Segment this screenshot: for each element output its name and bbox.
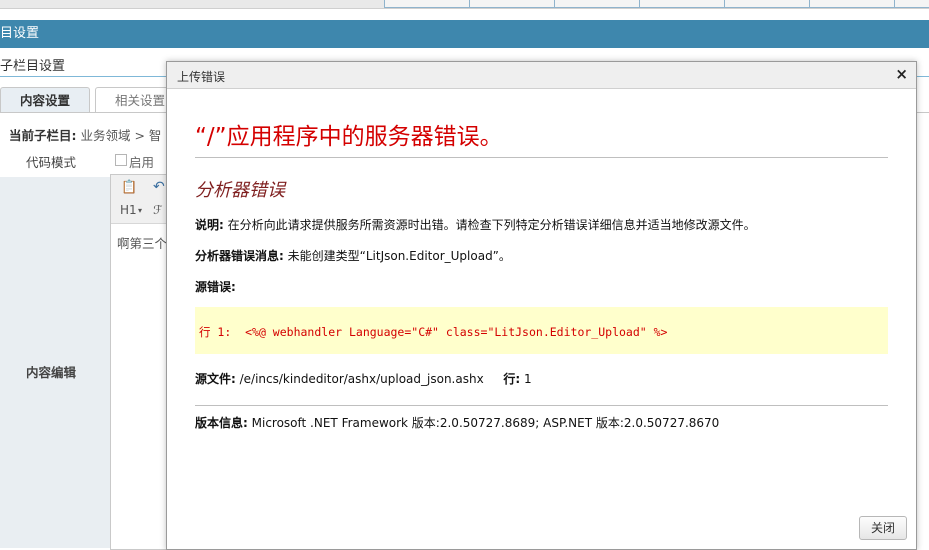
section-title: 子栏目设置 bbox=[0, 59, 66, 74]
nav-tab[interactable] bbox=[894, 0, 929, 8]
source-file-label: 源文件: bbox=[195, 372, 236, 386]
code-mode-checkbox-label[interactable]: 启用 bbox=[129, 152, 154, 171]
breadcrumb-path: 业务领域 > 智 bbox=[80, 128, 162, 143]
font-icon[interactable]: ℱ bbox=[153, 203, 162, 217]
line-label: 行: bbox=[503, 372, 521, 386]
dialog-title: 上传错误 bbox=[177, 70, 226, 84]
dialog-titlebar[interactable]: 上传错误 × bbox=[167, 62, 916, 89]
message-label: 分析器错误消息: bbox=[195, 249, 284, 263]
top-nav bbox=[0, 0, 929, 9]
description-text: 在分析向此请求提供服务所需资源时出错。请检查下列特定分析错误详细信息并适当地修改… bbox=[223, 218, 756, 232]
close-button[interactable]: 关闭 bbox=[859, 516, 907, 540]
source-file-path: /e/incs/kindeditor/ashx/upload_json.ashx bbox=[235, 372, 484, 386]
tab-label: 相关设置 bbox=[114, 93, 165, 108]
source-error-label: 源错误: bbox=[195, 278, 236, 295]
undo-icon[interactable]: ↶ bbox=[153, 179, 165, 195]
dropdown-arrow-icon[interactable]: ▾ bbox=[138, 206, 142, 215]
tab-content-settings[interactable]: 内容设置 bbox=[0, 87, 90, 113]
editor-content[interactable]: 啊第三个 bbox=[117, 233, 167, 252]
page-header: 目设置 bbox=[0, 20, 929, 48]
nav-tab[interactable] bbox=[469, 0, 555, 8]
version-label: 版本信息: bbox=[195, 416, 248, 430]
code-mode-checkbox[interactable] bbox=[115, 154, 127, 166]
error-message: 分析器错误消息: 未能创建类型“LitJson.Editor_Upload”。 bbox=[195, 247, 511, 264]
source-code-block: 行 1: <%@ webhandler Language="C#" class=… bbox=[195, 307, 888, 354]
divider bbox=[195, 157, 888, 158]
divider bbox=[195, 405, 888, 406]
description-label: 说明: bbox=[195, 218, 224, 232]
code-mode-label: 代码模式 bbox=[26, 155, 77, 170]
paste-icon[interactable]: 📋 bbox=[121, 180, 137, 195]
error-description: 说明: 在分析向此请求提供服务所需资源时出错。请检查下列特定分析错误详细信息并适… bbox=[195, 216, 756, 233]
nav-tab[interactable] bbox=[809, 0, 895, 8]
version-text: Microsoft .NET Framework 版本:2.0.50727.86… bbox=[247, 416, 720, 430]
content-edit-label: 内容编辑 bbox=[26, 365, 77, 380]
nav-tab[interactable] bbox=[639, 0, 725, 8]
page-title: 目设置 bbox=[0, 26, 40, 41]
error-subheading: 分析器错误 bbox=[195, 180, 285, 201]
breadcrumb-label: 当前子栏目: bbox=[9, 128, 77, 143]
nav-tab[interactable] bbox=[384, 0, 470, 8]
close-icon[interactable]: × bbox=[895, 66, 908, 82]
heading-button[interactable]: H1 bbox=[120, 203, 137, 217]
source-file-info: 源文件: /e/incs/kindeditor/ashx/upload_json… bbox=[195, 370, 532, 387]
breadcrumb: 当前子栏目: 业务领域 > 智 bbox=[9, 125, 161, 144]
upload-error-dialog: 上传错误 × “/”应用程序中的服务器错误。 分析器错误 说明: 在分析向此请求… bbox=[166, 61, 917, 550]
line-number: 1 bbox=[520, 372, 532, 386]
version-info: 版本信息: Microsoft .NET Framework 版本:2.0.50… bbox=[195, 414, 719, 431]
message-text: 未能创建类型“LitJson.Editor_Upload”。 bbox=[283, 249, 511, 263]
nav-tab[interactable] bbox=[554, 0, 640, 8]
source-code-line: 行 1: <%@ webhandler Language="C#" class=… bbox=[199, 325, 668, 339]
nav-tab[interactable] bbox=[724, 0, 810, 8]
error-heading: “/”应用程序中的服务器错误。 bbox=[195, 124, 503, 150]
tab-label: 内容设置 bbox=[19, 93, 70, 108]
source-error-title: 源错误: bbox=[195, 280, 236, 294]
